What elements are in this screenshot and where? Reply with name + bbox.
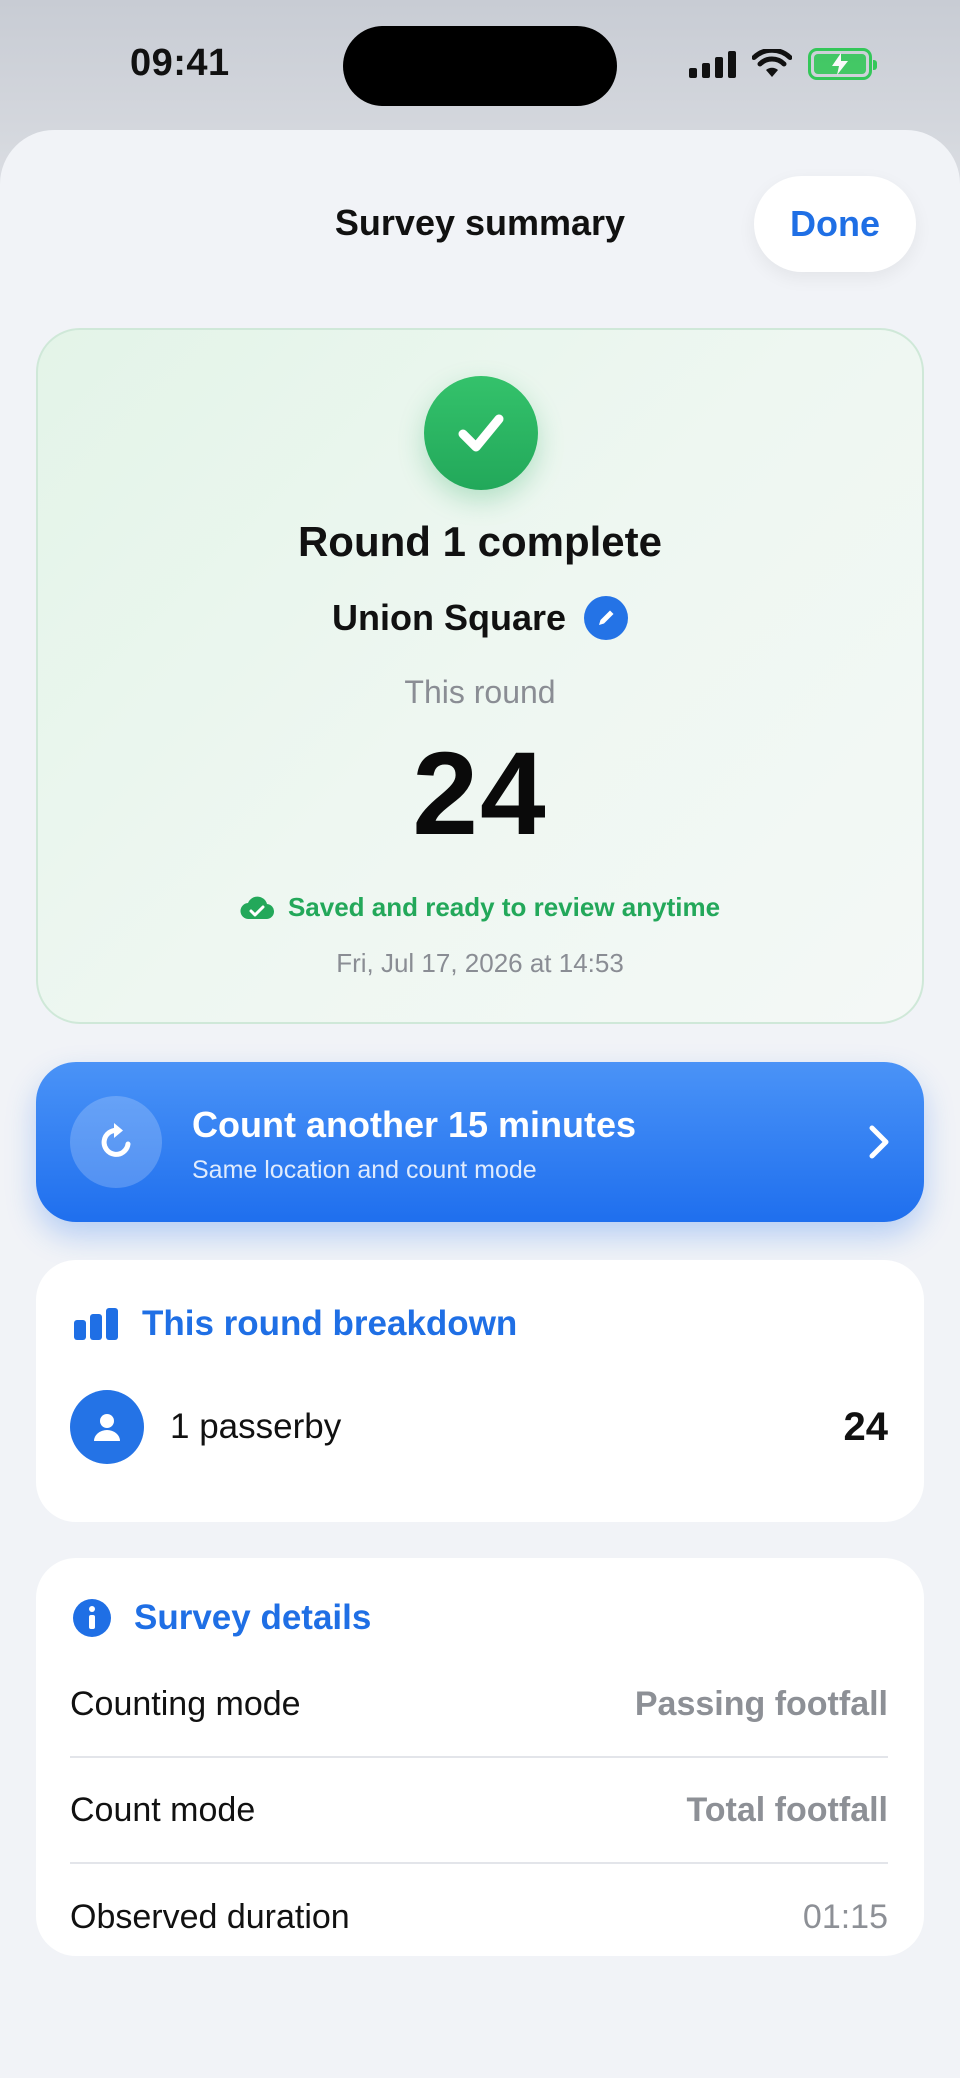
phone-screen: 09:41 Survey summary Done Round 1 comple… (0, 0, 960, 2078)
breakdown-card: This round breakdown 1 passerby 24 (36, 1260, 924, 1522)
detail-value: Total footfall (686, 1790, 888, 1829)
survey-details-card: Survey details Counting mode Passing foo… (36, 1558, 924, 1956)
cta-title: Count another 15 minutes (192, 1104, 637, 1145)
location-name: Union Square (331, 597, 567, 638)
cloud-check-icon (240, 896, 274, 919)
saved-text: Saved and ready to review anytime (287, 892, 721, 922)
person-icon (70, 1390, 144, 1464)
cellular-signal-icon (689, 50, 736, 78)
checkmark-icon (424, 376, 538, 490)
round-complete-card: Round 1 complete Union Square This round… (36, 328, 924, 1024)
detail-value: Passing footfall (634, 1684, 888, 1723)
detail-value: 01:15 (802, 1897, 888, 1936)
round-caption: This round (404, 674, 556, 710)
edit-location-button[interactable] (584, 596, 629, 640)
done-button[interactable]: Done (754, 176, 916, 272)
status-time: 09:41 (130, 42, 230, 84)
location-row: Union Square (38, 596, 922, 640)
details-header: Survey details (72, 1598, 371, 1638)
breakdown-row-label: 1 passerby (170, 1407, 342, 1446)
count-another-button[interactable]: Count another 15 minutes Same location a… (36, 1062, 924, 1222)
round-timestamp: Fri, Jul 17, 2026 at 14:53 (336, 948, 624, 978)
pencil-icon (599, 610, 614, 625)
detail-label: Count mode (70, 1790, 256, 1829)
detail-row-counting-mode: Counting mode Passing footfall (70, 1652, 888, 1758)
bar-chart-icon (74, 1308, 118, 1340)
round-count: 24 (412, 728, 548, 860)
status-icons (689, 48, 877, 80)
detail-label: Observed duration (70, 1897, 350, 1936)
breakdown-row-value: 24 (843, 1404, 889, 1449)
breakdown-title: This round breakdown (142, 1304, 518, 1343)
dynamic-island (343, 26, 617, 106)
breakdown-header: This round breakdown (72, 1304, 517, 1344)
battery-charging-icon (808, 48, 877, 80)
chevron-right-icon (869, 1125, 889, 1159)
status-bar: 09:41 (0, 0, 960, 130)
list-item: 1 passerby 24 (70, 1390, 888, 1464)
round-title: Round 1 complete (297, 518, 663, 565)
details-title: Survey details (134, 1598, 372, 1637)
detail-row-observed-duration: Observed duration 01:15 (70, 1864, 888, 1970)
info-icon (73, 1599, 111, 1637)
summary-sheet: Survey summary Done Round 1 complete Uni… (0, 130, 960, 2078)
detail-row-count-mode: Count mode Total footfall (70, 1758, 888, 1864)
detail-label: Counting mode (70, 1684, 301, 1723)
repeat-icon (70, 1096, 162, 1188)
saved-status: Saved and ready to review anytime (38, 892, 922, 923)
wifi-icon (752, 49, 792, 77)
cta-subtitle: Same location and count mode (192, 1156, 537, 1184)
